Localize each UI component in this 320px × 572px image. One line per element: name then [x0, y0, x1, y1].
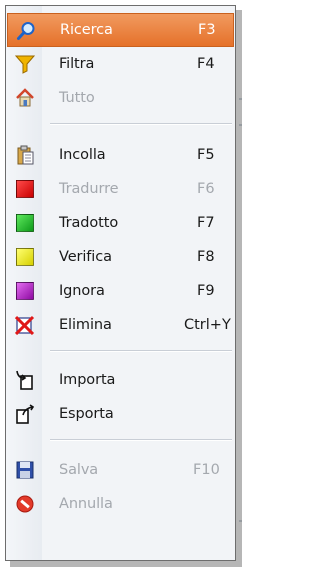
menu-item-label: Salva — [59, 462, 99, 478]
menu-item-label: Ignora — [59, 283, 105, 299]
yellow-square-icon — [15, 247, 35, 267]
menu-item-ignora[interactable]: Ignora F9 — [7, 274, 234, 308]
shortcut-label: F5 — [197, 147, 215, 163]
funnel-icon — [15, 54, 35, 74]
purple-square-icon — [15, 281, 35, 301]
menu-item-incolla[interactable]: Incolla F5 — [7, 138, 234, 172]
export-icon — [15, 404, 35, 424]
menu-separator — [50, 350, 232, 352]
menu-item-label: Esporta — [59, 406, 114, 422]
menu-item-label: Ricerca — [60, 22, 113, 38]
shortcut-label: F6 — [197, 181, 215, 197]
menu-item-esporta[interactable]: Esporta — [7, 397, 234, 431]
menu-item-filtra[interactable]: Filtra F4 — [7, 47, 234, 81]
menu-item-annulla[interactable]: Annulla — [7, 487, 234, 521]
magnifier-icon — [16, 21, 36, 41]
shortcut-label: F7 — [197, 215, 215, 231]
menu-item-salva[interactable]: Salva F10 — [7, 453, 234, 487]
delete-x-icon — [15, 315, 35, 335]
menu-item-label: Tradurre — [59, 181, 119, 197]
home-icon — [15, 88, 35, 108]
import-icon — [15, 370, 35, 390]
menu-item-label: Incolla — [59, 147, 106, 163]
menu-item-tradurre[interactable]: Tradurre F6 — [7, 172, 234, 206]
menu-item-label: Annulla — [59, 496, 113, 512]
context-menu: Ricerca F3 Filtra F4 Tutto Incolla F5 Tr… — [5, 5, 236, 561]
menu-item-importa[interactable]: Importa — [7, 363, 234, 397]
menu-item-ricerca[interactable]: Ricerca F3 — [7, 13, 234, 47]
cancel-icon — [15, 494, 35, 514]
menu-separator — [50, 439, 232, 441]
menu-item-verifica[interactable]: Verifica F8 — [7, 240, 234, 274]
shortcut-label: F8 — [197, 249, 215, 265]
menu-item-tutto[interactable]: Tutto — [7, 81, 234, 115]
menu-item-label: Verifica — [59, 249, 112, 265]
shortcut-label: F3 — [198, 22, 216, 38]
menu-item-label: Tradotto — [59, 215, 119, 231]
menu-item-label: Importa — [59, 372, 116, 388]
menu-separator — [50, 123, 232, 125]
shortcut-label: Ctrl+Y — [184, 317, 231, 333]
red-square-icon — [15, 179, 35, 199]
menu-item-elimina[interactable]: Elimina Ctrl+Y — [7, 308, 234, 342]
menu-item-label: Elimina — [59, 317, 112, 333]
shortcut-label: F4 — [197, 56, 215, 72]
menu-item-label: Filtra — [59, 56, 95, 72]
clipboard-icon — [15, 145, 35, 165]
green-square-icon — [15, 213, 35, 233]
menu-item-label: Tutto — [59, 90, 95, 106]
floppy-disk-icon — [15, 460, 35, 480]
shortcut-label: F9 — [197, 283, 215, 299]
menu-item-tradotto[interactable]: Tradotto F7 — [7, 206, 234, 240]
shortcut-label: F10 — [193, 462, 220, 478]
